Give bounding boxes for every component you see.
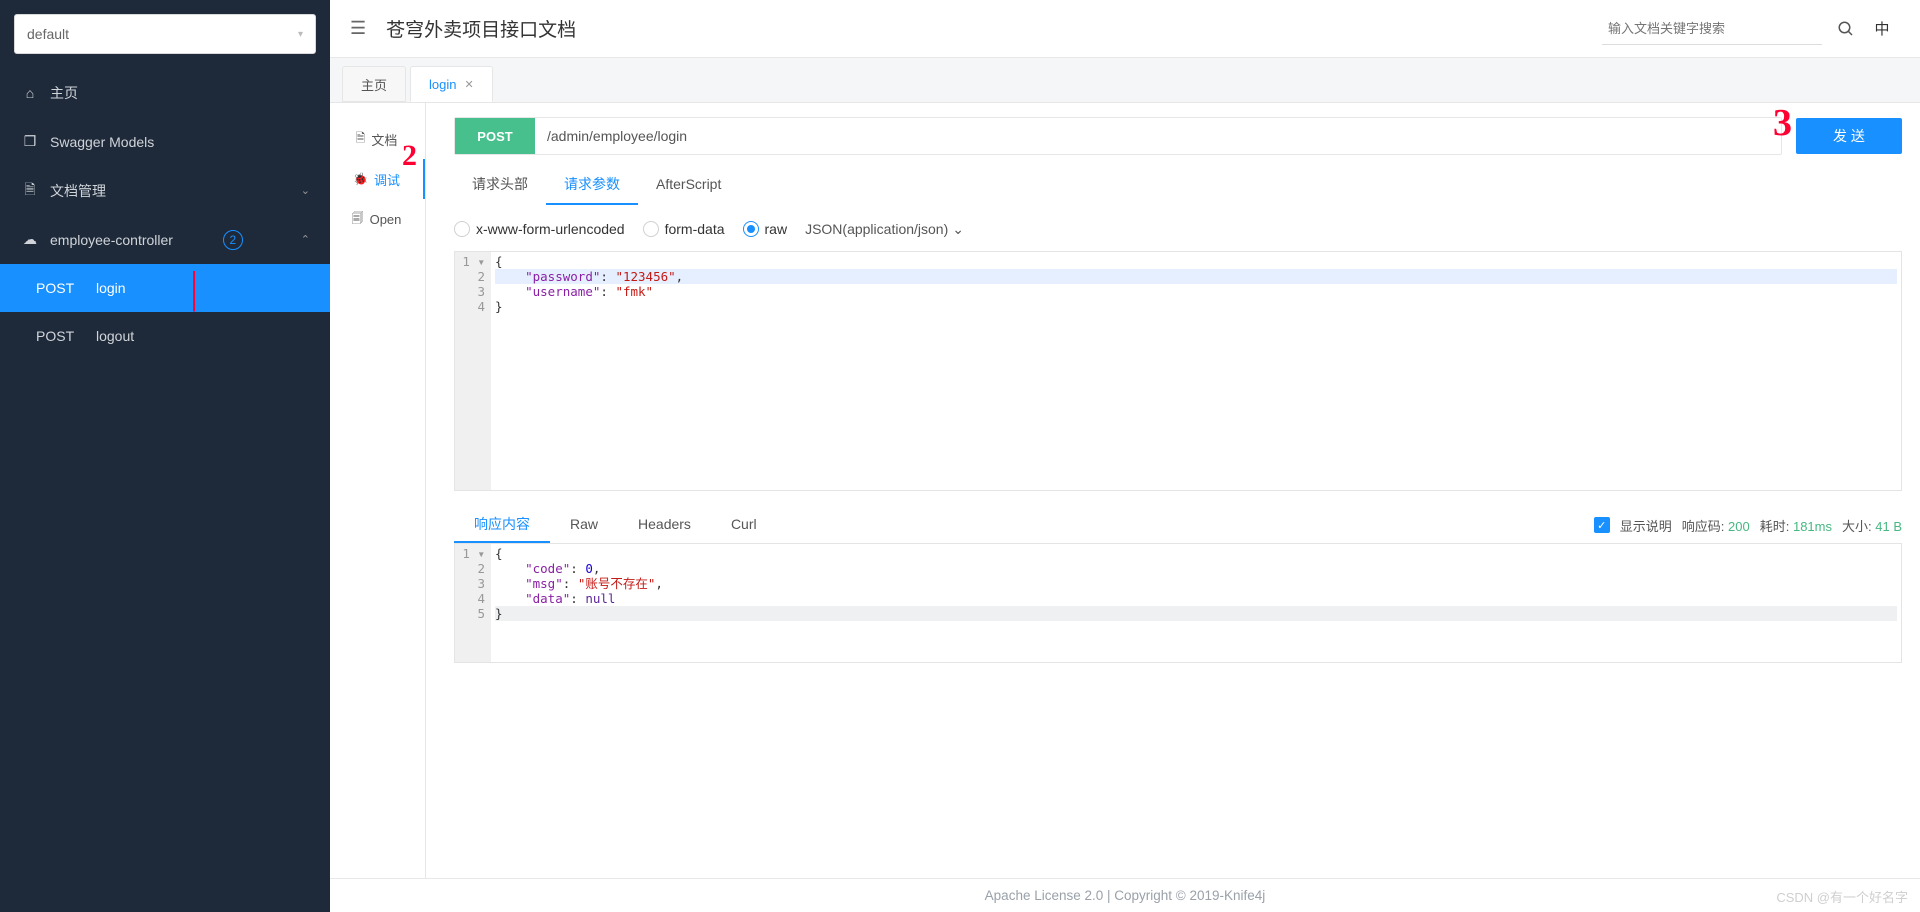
tab-login-label: login (429, 77, 456, 92)
method-label: POST (36, 328, 96, 344)
nav-login-label: login (96, 280, 126, 296)
method-label: POST (36, 280, 96, 296)
cloud-icon: ☁ (20, 231, 40, 248)
watermark: CSDN @有一个好名字 (1776, 887, 1908, 906)
footer: Apache License 2.0 | Copyright © 2019-Kn… (330, 878, 1920, 912)
nav-docmgr[interactable]: 🗎 文档管理 ⌄ (0, 166, 330, 215)
chevron-down-icon: ▾ (298, 29, 303, 40)
send-button[interactable]: 发 送 (1796, 118, 1902, 154)
nav-home-label: 主页 (50, 83, 78, 103)
nav-login[interactable]: POST login (0, 264, 330, 312)
tab-home[interactable]: 主页 (342, 66, 406, 102)
chevron-down-icon: ⌄ (301, 184, 310, 197)
status-value: 200 (1728, 519, 1750, 534)
request-body-editor[interactable]: 1 ▾ 234 { "password": "123456", "usernam… (454, 251, 1902, 491)
show-desc-label: 显示说明 (1620, 516, 1672, 535)
nav-logout[interactable]: POST logout (0, 312, 330, 360)
language-toggle[interactable]: 中 (1864, 11, 1900, 47)
mini-debug[interactable]: 🐞 调试 (330, 159, 425, 199)
response-body-editor[interactable]: 1 ▾ 2345 { "code": 0, "msg": "账号不存在", "d… (454, 543, 1902, 663)
time-value: 181ms (1793, 519, 1832, 534)
url-input[interactable]: /admin/employee/login (535, 118, 1781, 154)
nav-docmgr-label: 文档管理 (50, 181, 106, 201)
header: ☰ 苍穹外卖项目接口文档 中 (330, 0, 1920, 58)
reqtab-params[interactable]: 请求参数 (546, 165, 638, 205)
bug-icon: 🐞 (353, 172, 368, 186)
mini-doc[interactable]: 🗎 文档 (330, 119, 425, 159)
radio-formdata-label: form-data (665, 221, 725, 237)
time-label: 耗时: (1760, 519, 1790, 534)
resptab-curl[interactable]: Curl (711, 507, 777, 543)
nav-employee-controller[interactable]: ☁ employee-controller 2 ⌃ (0, 215, 330, 264)
left-mini-nav: 🗎 文档 🐞 调试 🗐 Open (330, 103, 426, 878)
nav-models-label: Swagger Models (50, 134, 154, 150)
nav-models[interactable]: ❒ Swagger Models (0, 117, 330, 166)
mini-doc-label: 文档 (371, 130, 397, 149)
resptab-headers[interactable]: Headers (618, 507, 711, 543)
reqtab-afterscript[interactable]: AfterScript (638, 165, 739, 205)
chevron-up-icon: ⌃ (301, 233, 310, 246)
mini-open-label: Open (370, 212, 402, 227)
status-label: 响应码: (1682, 519, 1725, 534)
size-value: 41 B (1875, 519, 1902, 534)
resptab-raw[interactable]: Raw (550, 507, 618, 543)
mini-open[interactable]: 🗐 Open (330, 199, 425, 239)
nav-logout-label: logout (96, 328, 134, 344)
file-icon: 🗎 (356, 129, 366, 150)
sidebar: default ▾ ⌂ 主页 ❒ Swagger Models 🗎 文档管理 ⌄… (0, 0, 330, 912)
radio-formdata[interactable]: form-data (643, 221, 725, 237)
content-type-select[interactable]: JSON(application/json) ⌄ (805, 221, 964, 238)
menu-toggle-icon[interactable]: ☰ (350, 18, 366, 39)
chevron-down-icon: ⌄ (952, 221, 964, 238)
response-body-code: { "code": 0, "msg": "账号不存在", "data": nul… (491, 544, 1901, 662)
group-select-value: default (27, 26, 69, 42)
reqtab-headers[interactable]: 请求头部 (454, 165, 546, 205)
http-method: POST (455, 118, 535, 154)
nav-controller-label: employee-controller (50, 232, 173, 248)
cube-icon: ❒ (20, 133, 40, 150)
nav-home[interactable]: ⌂ 主页 (0, 68, 330, 117)
content-type-value: JSON(application/json) (805, 221, 948, 237)
radio-urlencoded-label: x-www-form-urlencoded (476, 221, 625, 237)
open-icon: 🗐 (352, 209, 364, 230)
home-icon: ⌂ (20, 85, 40, 101)
request-body-code: { "password": "123456", "username": "fmk… (491, 252, 1901, 490)
tab-home-label: 主页 (361, 75, 387, 94)
close-icon[interactable]: ✕ (464, 78, 473, 91)
radio-raw[interactable]: raw (743, 221, 788, 237)
main: ☰ 苍穹外卖项目接口文档 中 主页 login ✕ � (330, 0, 1920, 912)
mini-debug-label: 调试 (374, 170, 400, 189)
controller-badge: 2 (223, 230, 243, 250)
radio-raw-label: raw (765, 221, 788, 237)
radio-urlencoded[interactable]: x-www-form-urlencoded (454, 221, 625, 237)
footer-text: Apache License 2.0 | Copyright © 2019-Kn… (985, 888, 1266, 903)
search-input[interactable] (1602, 13, 1822, 45)
tabs: 主页 login ✕ (330, 58, 1920, 102)
resptab-content[interactable]: 响应内容 (454, 507, 550, 543)
doc-icon: 🗎 (20, 179, 40, 203)
group-select[interactable]: default ▾ (14, 14, 316, 54)
tab-login[interactable]: login ✕ (410, 66, 493, 102)
page-title: 苍穹外卖项目接口文档 (386, 15, 1602, 42)
size-label: 大小: (1842, 519, 1872, 534)
show-desc-checkbox[interactable]: ✓ (1594, 517, 1610, 533)
search-icon[interactable] (1828, 11, 1864, 47)
